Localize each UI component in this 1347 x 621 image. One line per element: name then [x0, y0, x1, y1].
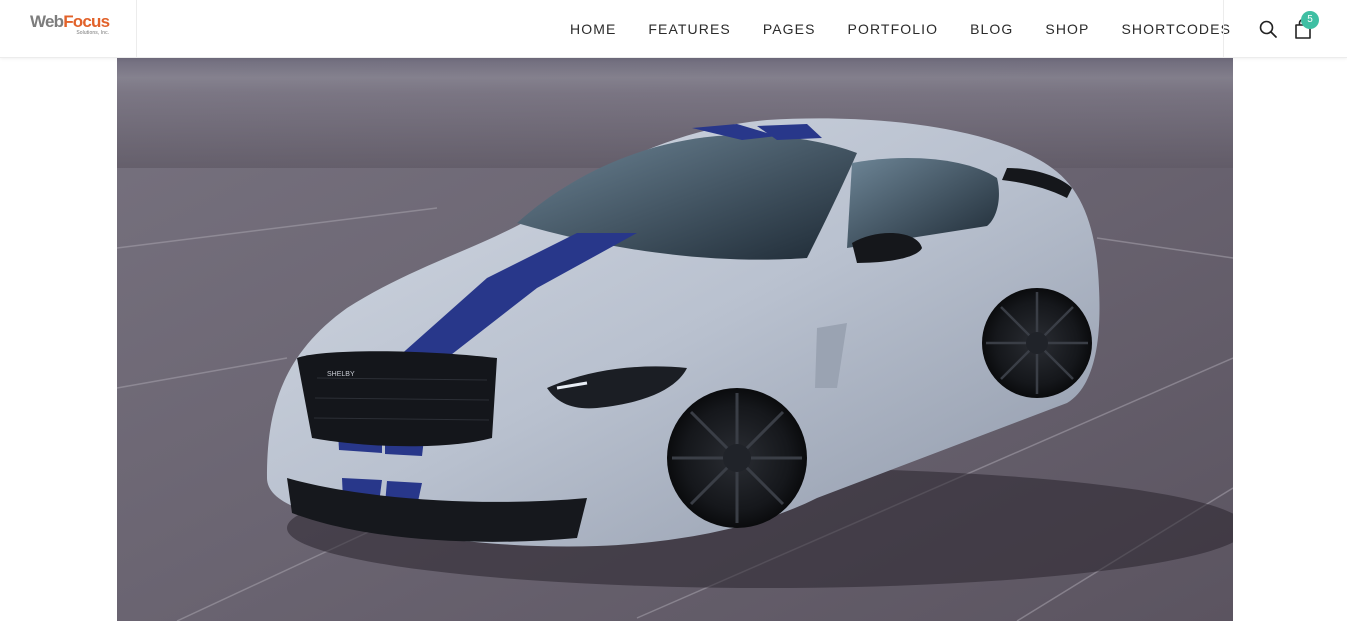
site-logo[interactable]: WebFocus Solutions, Inc.: [30, 12, 110, 36]
site-header: WebFocus Solutions, Inc. HOME FEATURES P…: [0, 0, 1347, 58]
nav-item-blog[interactable]: BLOG: [970, 21, 1013, 37]
nav-item-shop[interactable]: SHOP: [1045, 21, 1089, 37]
main-navigation: HOME FEATURES PAGES PORTFOLIO BLOG SHOP …: [570, 0, 1231, 58]
nav-item-features[interactable]: FEATURES: [648, 21, 730, 37]
car-badge: SHELBY: [327, 371, 355, 378]
search-icon[interactable]: [1258, 19, 1278, 39]
nav-item-pages[interactable]: PAGES: [763, 21, 816, 37]
logo-tagline: Solutions, Inc.: [76, 30, 110, 36]
logo-container: WebFocus Solutions, Inc.: [0, 0, 137, 58]
nav-item-home[interactable]: HOME: [570, 21, 616, 37]
logo-focus-text: Focus: [63, 12, 110, 31]
header-actions: 5: [1223, 0, 1347, 58]
logo-web-text: Web: [30, 12, 64, 31]
logo-wordmark: WebFocus: [30, 12, 110, 31]
sports-car-image: SHELBY: [117, 58, 1233, 621]
nav-item-shortcodes[interactable]: SHORTCODES: [1121, 21, 1231, 37]
hero-image: SHELBY: [117, 58, 1233, 621]
nav-item-portfolio[interactable]: PORTFOLIO: [848, 21, 939, 37]
cart-count-badge[interactable]: 5: [1301, 11, 1319, 29]
